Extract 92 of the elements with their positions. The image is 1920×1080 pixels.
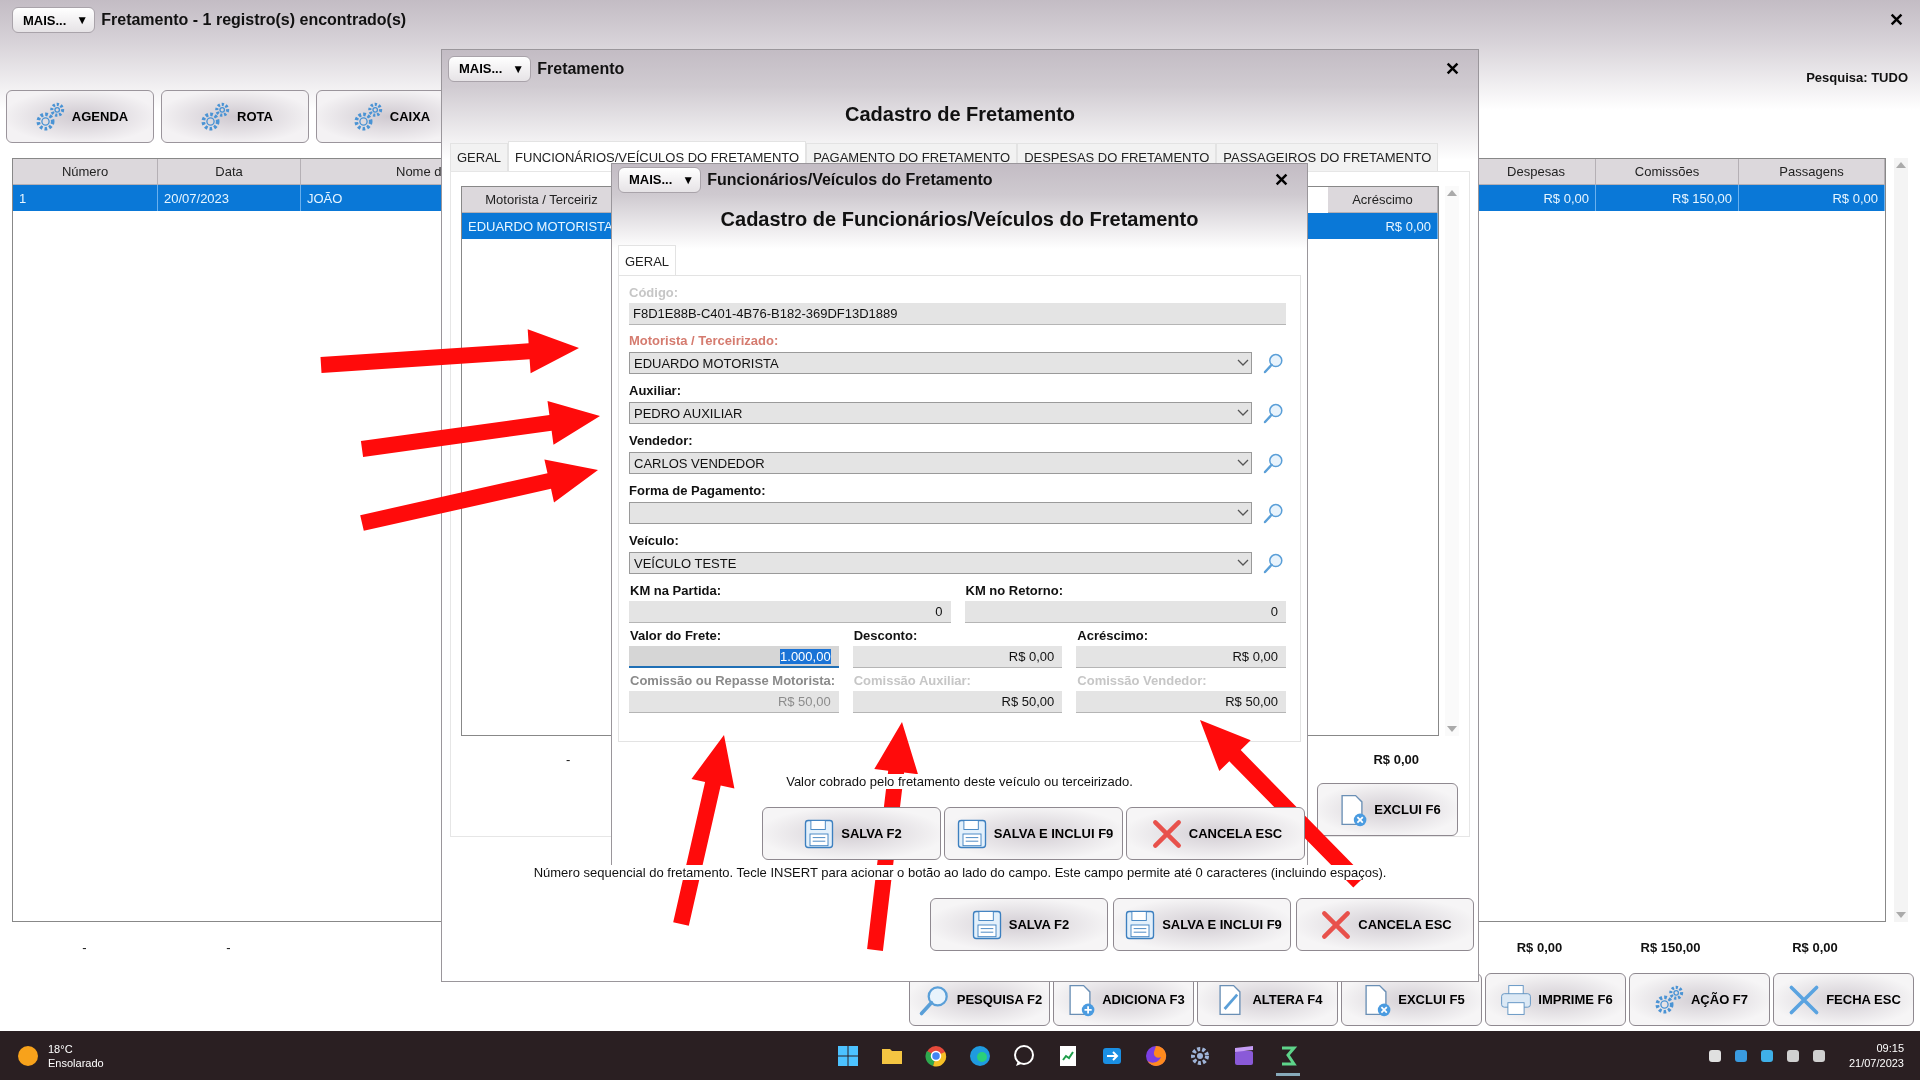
chevron-icon: [1237, 359, 1249, 367]
action-button[interactable]: AÇÃO F7: [1629, 973, 1770, 1026]
field-label: Acréscimo:: [1076, 627, 1150, 644]
action-button[interactable]: IMPRIME F6: [1485, 973, 1626, 1026]
action-button[interactable]: EXCLUI F6: [1317, 783, 1458, 836]
input-field[interactable]: [629, 502, 1252, 524]
tray-icon[interactable]: [1812, 1049, 1825, 1062]
chevron-icon: [1237, 409, 1249, 417]
input-field[interactable]: VEÍCULO TESTE: [629, 552, 1252, 574]
scrollbar[interactable]: [1894, 158, 1908, 922]
field-label: KM no Retorno:: [964, 582, 1064, 599]
field-label: Comissão Vendedor:: [1076, 672, 1208, 689]
close-button[interactable]: ✕: [1439, 57, 1466, 80]
field-label: KM na Partida:: [629, 582, 722, 599]
column-total: R$ 0,00: [1791, 940, 1839, 955]
table-cell: R$ 150,00: [1596, 185, 1739, 211]
column-header[interactable]: Despesas: [1477, 159, 1596, 185]
input-field[interactable]: EDUARDO MOTORISTA: [629, 352, 1252, 374]
action-button[interactable]: CANCELA ESC: [1296, 898, 1474, 951]
column-total: -: [81, 940, 88, 955]
chevron-icon: [1237, 509, 1249, 517]
tab[interactable]: GERAL: [618, 245, 677, 275]
caret-icon: ▼: [682, 172, 695, 187]
field-label: Vendedor:: [629, 432, 694, 449]
dialog-heading: Cadastro de Fretamento: [843, 101, 1077, 127]
sun-icon: [18, 1045, 38, 1066]
action-button[interactable]: SALVA E INCLUI F9: [1113, 898, 1291, 951]
input-field[interactable]: 1.000,00: [629, 646, 839, 668]
field-label: Auxiliar:: [629, 382, 682, 399]
column-total: R$ 0,00: [1515, 940, 1564, 955]
window-title: Fretamento - 1 registro(s) encontrado(s): [101, 11, 407, 29]
action-button[interactable]: FECHA ESC: [1773, 973, 1914, 1026]
column-header[interactable]: Passagens: [1739, 159, 1885, 185]
input-field[interactable]: R$ 0,00: [852, 646, 1063, 668]
action-button[interactable]: SALVA E INCLUI F9: [944, 807, 1123, 860]
field-label: Valor do Frete:: [629, 627, 723, 644]
table-cell: 1: [13, 185, 158, 211]
input-field[interactable]: CARLOS VENDEDOR: [629, 452, 1252, 474]
column-total: R$ 0,00: [1373, 751, 1419, 767]
search-scope: Pesquisa: TUDO: [1806, 70, 1908, 85]
chevron-icon: [1237, 559, 1249, 567]
field-label: Motorista / Terceirizado:: [629, 332, 780, 349]
search-icon: [1262, 551, 1286, 575]
clock-date: 21/07/2023: [1848, 1055, 1904, 1071]
field-label: Comissão ou Repasse Motorista:: [629, 672, 837, 689]
input-field[interactable]: 0: [629, 601, 951, 623]
menu-button[interactable]: MAIS... ▼: [448, 55, 532, 82]
input-field[interactable]: 0: [964, 601, 1286, 623]
field-label: Desconto:: [852, 627, 919, 644]
column-header[interactable]: Número: [13, 159, 158, 185]
toolbar-button[interactable]: ROTA: [161, 90, 309, 143]
column-total: -: [225, 940, 232, 955]
weather-condition: Ensolarado: [48, 1055, 104, 1070]
column-total: R$ 150,00: [1639, 940, 1702, 955]
caret-icon: ▼: [76, 13, 89, 27]
field-label: Forma de Pagamento:: [629, 482, 767, 499]
tray-icon[interactable]: [1708, 1049, 1721, 1062]
dialog-title: Fretamento: [537, 59, 625, 78]
menu-button[interactable]: MAIS... ▼: [618, 166, 702, 193]
close-button[interactable]: ✕: [1883, 9, 1910, 31]
chevron-icon: [1237, 459, 1249, 467]
menu-button[interactable]: MAIS... ▼: [12, 7, 96, 33]
table-cell: R$ 0,00: [1739, 185, 1885, 211]
search-icon: [1262, 351, 1286, 375]
tray-icon[interactable]: [1734, 1049, 1747, 1062]
tab[interactable]: GERAL: [450, 143, 509, 171]
table-cell: R$ 0,00: [1328, 213, 1438, 239]
field-label: Veículo:: [629, 532, 680, 549]
temperature: 18°C: [48, 1041, 74, 1056]
action-button[interactable]: SALVA F2: [762, 807, 941, 860]
column-total: -: [566, 751, 571, 767]
action-button[interactable]: SALVA F2: [930, 898, 1108, 951]
field-label: Código:: [629, 284, 680, 301]
search-icon: [1262, 451, 1286, 475]
input-field[interactable]: PEDRO AUXILIAR: [629, 402, 1252, 424]
column-header[interactable]: Acréscimo: [1328, 187, 1438, 213]
help-text: Número sequencial do fretamento. Tecle INSERT para acionar o botão ao lado do campo. Este campo permite até 0 caracteres (incluindo espaços).: [533, 865, 1387, 880]
scrollbar[interactable]: [1445, 186, 1459, 736]
action-button[interactable]: CANCELA ESC: [1126, 807, 1305, 860]
table-cell: 20/07/2023: [158, 185, 301, 211]
tray-icon[interactable]: [1786, 1049, 1799, 1062]
tray-icon[interactable]: [1760, 1049, 1773, 1062]
search-icon: [1262, 401, 1286, 425]
field-label: Comissão Auxiliar:: [852, 672, 972, 689]
toolbar-button[interactable]: AGENDA: [6, 90, 154, 143]
column-header[interactable]: Data: [158, 159, 301, 185]
help-text: Valor cobrado pelo fretamento deste veículo ou terceirizado.: [786, 774, 1133, 789]
clock-time: 09:15: [1876, 1040, 1904, 1056]
caret-icon: ▼: [512, 61, 525, 76]
column-header[interactable]: Comissões: [1596, 159, 1739, 185]
input-field[interactable]: R$ 0,00: [1076, 646, 1286, 668]
search-icon: [1262, 501, 1286, 525]
